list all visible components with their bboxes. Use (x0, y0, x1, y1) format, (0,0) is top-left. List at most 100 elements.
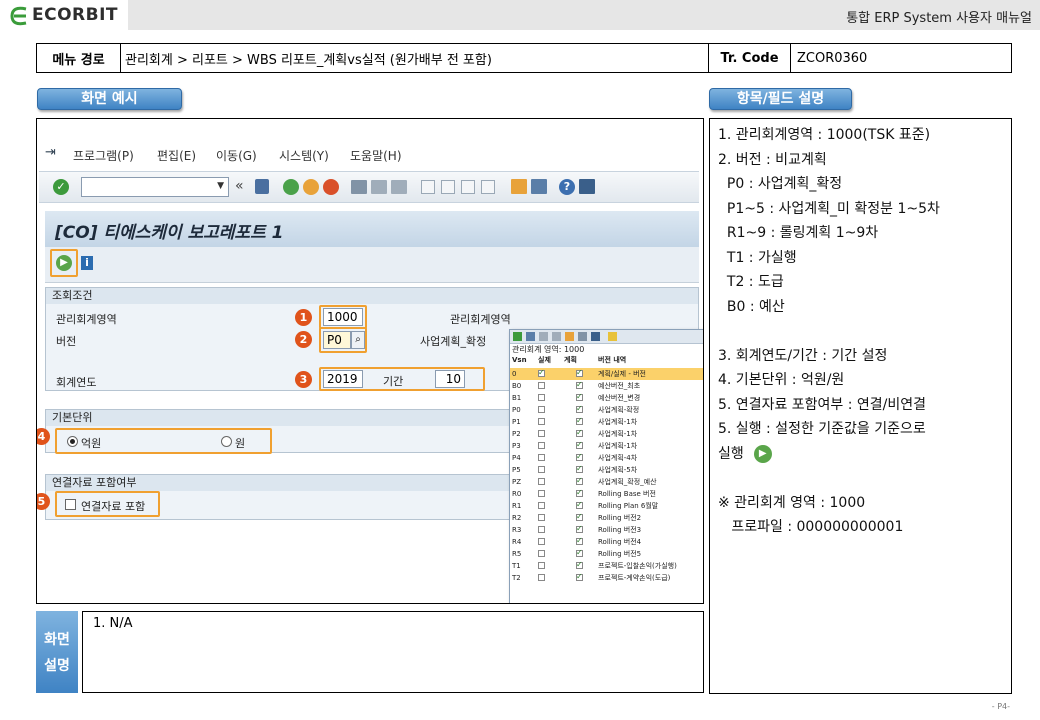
plan-checkbox[interactable] (576, 367, 583, 379)
back-icon[interactable] (283, 179, 299, 195)
actual-checkbox[interactable] (538, 454, 545, 461)
radio-eokwon[interactable] (67, 436, 78, 447)
collapse-arrows-icon[interactable]: « (235, 178, 244, 194)
popup-row[interactable]: T2 프로젝트-계약손익(도급) (510, 571, 703, 584)
plan-checkbox[interactable] (576, 511, 583, 523)
actual-checkbox[interactable] (538, 514, 545, 521)
period-input[interactable]: 10 (435, 370, 465, 388)
plan-checkbox[interactable] (576, 499, 583, 511)
popup-row[interactable]: R3 Rolling 버전3 (510, 523, 703, 536)
find-icon[interactable] (371, 180, 387, 194)
plan-checkbox[interactable] (576, 463, 583, 475)
actual-checkbox[interactable] (538, 406, 545, 413)
tr-code-value: ZCOR0360 (797, 50, 868, 66)
popup-row[interactable]: P0 사업계획-확정 (510, 403, 703, 416)
popup-row[interactable]: T1 프로젝트-입찰손익(가실행) (510, 559, 703, 572)
popup-row[interactable]: P4 사업계획-4차 (510, 451, 703, 464)
next-page-icon[interactable] (461, 180, 475, 194)
popup-filter-icon[interactable] (526, 332, 535, 341)
popup-ok-icon[interactable] (513, 332, 522, 341)
plan-checkbox[interactable] (576, 379, 583, 391)
exit-icon[interactable] (303, 179, 319, 195)
info-icon[interactable]: i (81, 256, 93, 270)
actual-checkbox[interactable] (538, 394, 545, 401)
popup-row[interactable]: P1 사업계획-1차 (510, 415, 703, 428)
version-search-help-icon[interactable]: ⌕ (351, 331, 365, 349)
popup-print-icon[interactable] (578, 332, 587, 341)
new-session-icon[interactable] (511, 179, 527, 194)
actual-checkbox[interactable] (538, 430, 545, 437)
actual-checkbox[interactable] (538, 550, 545, 557)
plan-checkbox[interactable] (576, 391, 583, 403)
actual-checkbox[interactable] (538, 526, 545, 533)
actual-checkbox[interactable] (538, 574, 545, 581)
popup-find-icon[interactable] (539, 332, 548, 341)
print-icon[interactable] (351, 180, 367, 194)
cancel-icon[interactable] (323, 179, 339, 195)
last-page-icon[interactable] (481, 180, 495, 194)
find-next-icon[interactable] (391, 180, 407, 194)
actual-checkbox[interactable] (538, 418, 545, 425)
actual-checkbox[interactable] (538, 442, 545, 449)
popup-row[interactable]: B0 예산버전_최초 (510, 379, 703, 392)
actual-checkbox[interactable] (538, 502, 545, 509)
actual-checkbox[interactable] (538, 562, 545, 569)
execute-button[interactable]: ▶ (50, 249, 78, 277)
menu-help[interactable]: 도움말(H) (350, 147, 402, 164)
area-input[interactable]: 1000 (323, 308, 363, 326)
plan-checkbox[interactable] (576, 571, 583, 583)
popup-row-actual-cell (538, 428, 564, 440)
plan-checkbox[interactable] (576, 439, 583, 451)
layout-menu-icon[interactable] (579, 179, 595, 194)
popup-row-plan-cell (564, 571, 598, 584)
plan-checkbox[interactable] (576, 475, 583, 487)
popup-row[interactable]: R5 Rolling 버전5 (510, 547, 703, 560)
popup-find-next-icon[interactable] (552, 332, 561, 341)
popup-row[interactable]: R4 Rolling 버전4 (510, 535, 703, 548)
menu-edit[interactable]: 편집(E) (157, 147, 196, 164)
first-page-icon[interactable] (421, 180, 435, 194)
popup-layout-icon[interactable] (591, 332, 600, 341)
actual-checkbox[interactable] (538, 478, 545, 485)
plan-checkbox[interactable] (576, 547, 583, 559)
popup-row[interactable]: P2 사업계획-1차 (510, 427, 703, 440)
menu-system[interactable]: 시스템(Y) (279, 147, 329, 164)
plan-checkbox[interactable] (576, 427, 583, 439)
popup-row[interactable]: R0 Rolling Base 버전 (510, 487, 703, 500)
popup-row[interactable]: P3 사업계획-1차 (510, 439, 703, 452)
actual-checkbox[interactable] (538, 490, 545, 497)
radio-won[interactable] (221, 436, 232, 447)
plan-checkbox[interactable] (576, 451, 583, 463)
year-input[interactable]: 2019 (323, 370, 363, 388)
plan-checkbox[interactable] (576, 535, 583, 547)
menu-goto[interactable]: 이동(G) (216, 147, 257, 164)
popup-row[interactable]: 0 계획/실제 - 버전 (510, 367, 703, 380)
popup-row[interactable]: P5 사업계획-5차 (510, 463, 703, 476)
help-icon[interactable]: ? (559, 179, 575, 195)
popup-row[interactable]: PZ 사업계획_확정_예산 (510, 475, 703, 488)
actual-checkbox[interactable] (538, 382, 545, 389)
plan-checkbox[interactable] (576, 523, 583, 535)
version-input[interactable]: P0 (323, 331, 351, 349)
popup-pin-icon[interactable] (608, 332, 617, 341)
popup-row[interactable]: R1 Rolling Plan 6월말 (510, 499, 703, 512)
plan-checkbox[interactable] (576, 415, 583, 427)
menu-exit-icon[interactable]: ⇥ (45, 145, 56, 160)
actual-checkbox[interactable] (538, 538, 545, 545)
plan-checkbox[interactable] (576, 403, 583, 415)
command-dropdown-icon[interactable]: ▼ (217, 181, 224, 191)
popup-row[interactable]: B1 예산버전_변경 (510, 391, 703, 404)
plan-checkbox[interactable] (576, 559, 583, 571)
popup-row[interactable]: R2 Rolling 버전2 (510, 511, 703, 524)
save-icon[interactable] (255, 179, 269, 194)
menu-program[interactable]: 프로그램(P) (73, 147, 134, 164)
shortcut-icon[interactable] (531, 179, 547, 194)
actual-checkbox[interactable] (538, 367, 545, 379)
enter-check-icon[interactable]: ✓ (53, 179, 69, 195)
consolidation-checkbox[interactable] (65, 499, 76, 510)
popup-sort-icon[interactable] (565, 332, 574, 341)
prev-page-icon[interactable] (441, 180, 455, 194)
plan-checkbox[interactable] (576, 487, 583, 499)
command-field[interactable]: ▼ (81, 177, 229, 197)
actual-checkbox[interactable] (538, 466, 545, 473)
